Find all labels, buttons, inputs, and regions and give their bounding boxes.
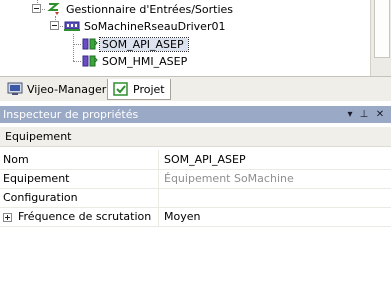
vijeo-manager-icon — [7, 82, 23, 96]
tree-item-label: SoMachineRseauDriver01 — [84, 19, 226, 33]
tree-item-label: SOM_API_ASEP — [99, 36, 189, 52]
collapse-toggle[interactable] — [32, 4, 41, 13]
property-value: Équipement SoMachine — [164, 172, 294, 185]
tree-item-io-manager[interactable]: Gestionnaire d'Entrées/Sorties — [46, 0, 233, 18]
tree-item-label: SOM_HMI_ASEP — [102, 54, 188, 68]
property-name: Nom — [3, 153, 29, 166]
tree-connector — [73, 61, 81, 62]
column-divider — [158, 207, 159, 226]
scrollbar-thumb[interactable] — [374, 0, 390, 58]
property-name: Equipement — [3, 172, 70, 185]
property-name: Fréquence de scrutation — [18, 210, 152, 223]
property-row-configuration[interactable]: Configuration — [0, 188, 391, 208]
column-divider — [158, 169, 159, 188]
property-section-header[interactable]: Equipement — [0, 127, 391, 147]
tab-projet[interactable]: Projet — [107, 79, 171, 100]
network-driver-icon — [64, 19, 80, 33]
io-manager-icon — [46, 2, 62, 16]
expand-toggle-icon[interactable] — [3, 213, 12, 222]
project-icon — [113, 82, 129, 96]
section-label: Equipement — [5, 130, 72, 143]
property-name: Configuration — [3, 191, 78, 204]
close-icon[interactable]: ✕ — [374, 106, 386, 123]
panel-title: Inspecteur de propriétés — [3, 108, 139, 121]
property-value[interactable]: SOM_API_ASEP — [164, 150, 246, 169]
pin-icon[interactable]: ⊥ — [358, 106, 370, 123]
column-divider — [158, 150, 159, 169]
property-row-nom[interactable]: Nom SOM_API_ASEP — [0, 150, 391, 170]
vertical-scrollbar[interactable] — [370, 0, 391, 76]
panel-menu-icon[interactable]: ▾ — [344, 106, 356, 123]
tree-item-som-api-asep[interactable]: SOM_API_ASEP — [82, 35, 189, 53]
project-tree: Gestionnaire d'Entrées/Sorties SoMachine… — [0, 0, 370, 76]
collapse-toggle[interactable] — [50, 21, 59, 30]
property-row-equipement[interactable]: Equipement Équipement SoMachine — [0, 169, 391, 189]
device-icon — [82, 37, 98, 51]
tab-label: Projet — [133, 82, 165, 96]
tree-connector — [73, 34, 74, 61]
property-value[interactable]: Moyen — [164, 207, 200, 226]
tree-item-som-hmi-asep[interactable]: SOM_HMI_ASEP — [82, 52, 187, 70]
tree-item-label: Gestionnaire d'Entrées/Sorties — [66, 2, 234, 16]
tree-connector — [73, 44, 81, 45]
property-row-frequence[interactable]: Fréquence de scrutation Moyen — [0, 207, 391, 227]
tab-label: Vijeo-Manager — [27, 82, 107, 96]
tab-vijeo-manager[interactable]: Vijeo-Manager — [2, 79, 111, 99]
inspector-title-bar: Inspecteur de propriétés ▾ ⊥ ✕ — [0, 106, 391, 123]
tree-item-network-driver[interactable]: SoMachineRseauDriver01 — [64, 17, 225, 35]
column-divider — [158, 188, 159, 207]
panel-tab-strip: Vijeo-Manager Projet — [0, 76, 391, 101]
device-icon — [82, 54, 98, 68]
